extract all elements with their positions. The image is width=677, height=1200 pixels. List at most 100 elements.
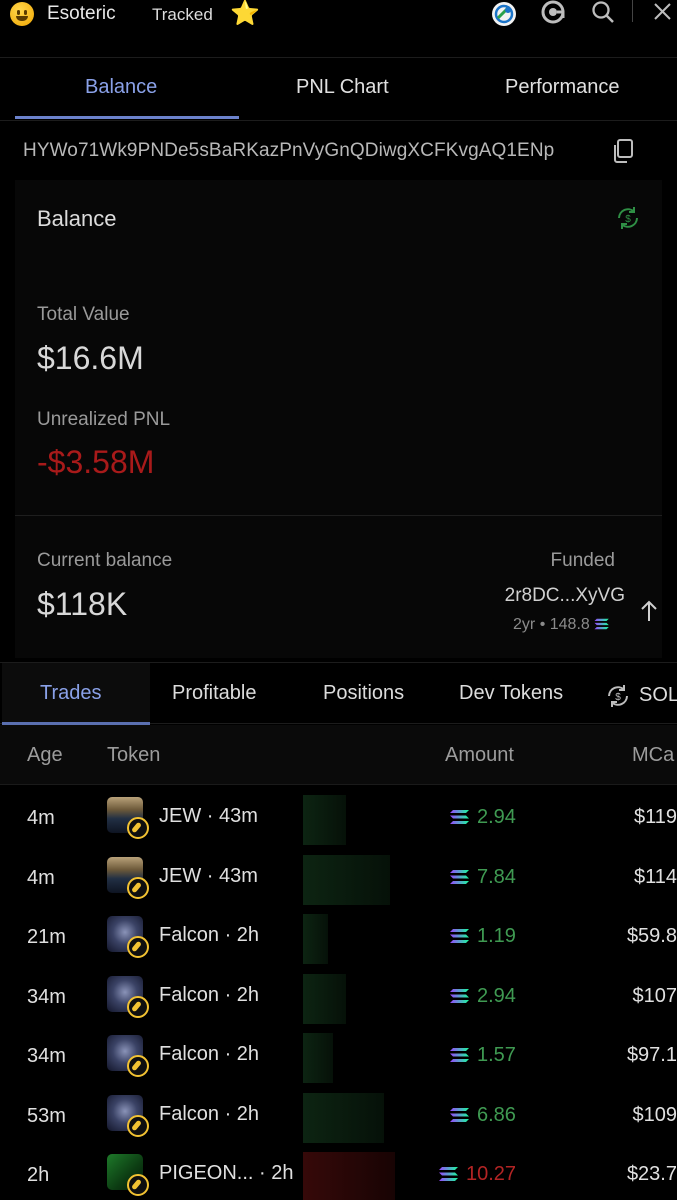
- refresh-dollar-icon[interactable]: $: [615, 205, 641, 231]
- table-row[interactable]: 4m JEW · 43m 7.84 $114: [0, 847, 677, 906]
- trade-market-cap: $119: [633, 806, 677, 828]
- star-icon[interactable]: ⭐: [230, 0, 260, 28]
- amount-bar: [303, 914, 328, 964]
- copy-icon[interactable]: [611, 138, 635, 164]
- tab-dev-tokens[interactable]: Dev Tokens: [459, 682, 563, 705]
- funded-separator: •: [539, 616, 546, 633]
- top-bar: Esoteric Tracked ⭐: [0, 0, 677, 58]
- pill-icon: [127, 936, 149, 958]
- solana-icon: [450, 1107, 469, 1122]
- trade-amount: 1.19: [477, 925, 516, 947]
- main-tabs: Balance PNL Chart Performance: [0, 58, 677, 121]
- pill-icon: [127, 995, 149, 1018]
- divider: [15, 515, 662, 516]
- funded-meta: 2yr • 148.8: [513, 616, 610, 634]
- table-row[interactable]: 53m Falcon · 2h 6.86 $109: [0, 1085, 677, 1144]
- solana-icon: [450, 810, 469, 824]
- wallet-name[interactable]: Esoteric: [47, 3, 116, 25]
- funded-amount: 148.8: [549, 616, 590, 633]
- sol-toggle[interactable]: SOL: [639, 684, 677, 707]
- funded-label: Funded: [550, 550, 615, 571]
- pill-icon: [127, 1055, 149, 1077]
- table-row[interactable]: 2h PIGEON... · 2h 10.27 $23.7: [0, 1144, 677, 1200]
- trade-amount: 7.84: [477, 865, 516, 888]
- trade-age: 34m: [27, 985, 66, 1008]
- trade-market-cap: $23.7: [626, 1163, 677, 1185]
- token-name[interactable]: Falcon · 2h: [159, 924, 259, 947]
- svg-text:$: $: [615, 692, 621, 703]
- amount-bar: [303, 854, 390, 905]
- token-name[interactable]: Falcon · 2h: [159, 984, 259, 1007]
- toolbar-divider: [632, 0, 633, 22]
- trade-market-cap: $59.8: [626, 925, 677, 947]
- trade-market-cap: $97.1: [626, 1044, 677, 1066]
- search-icon[interactable]: [590, 0, 618, 28]
- trade-amount: 10.27: [466, 1163, 517, 1185]
- tab-trades[interactable]: Trades: [40, 682, 102, 705]
- arrow-up-icon[interactable]: [638, 598, 660, 624]
- amount-bar: [303, 973, 346, 1024]
- tab-balance[interactable]: Balance: [85, 76, 157, 99]
- tab-pnl-chart[interactable]: PNL Chart: [296, 76, 389, 99]
- column-token[interactable]: Token: [107, 744, 160, 767]
- funded-address[interactable]: 2r8DC...XyVG: [505, 585, 625, 607]
- pill-icon: [127, 1174, 149, 1196]
- amount-bar: [303, 795, 346, 845]
- trade-age: 21m: [27, 926, 66, 948]
- table-row[interactable]: 34m Falcon · 2h 2.94 $107: [0, 966, 677, 1025]
- total-value: $16.6M: [37, 340, 144, 376]
- trade-market-cap: $114: [633, 865, 677, 888]
- active-tab-indicator: [15, 116, 239, 119]
- pill-icon: [127, 1114, 149, 1137]
- token-name[interactable]: JEW · 43m: [159, 805, 258, 828]
- amount-bar: [303, 1152, 395, 1200]
- trade-amount: 6.86: [477, 1103, 516, 1126]
- token-name[interactable]: JEW · 43m: [159, 865, 258, 888]
- tracked-label: Tracked: [152, 5, 213, 24]
- table-row[interactable]: 4m JEW · 43m 2.94 $119: [0, 787, 677, 846]
- at-icon[interactable]: [540, 0, 568, 28]
- trades-tabs: Trades Profitable Positions Dev Tokens $…: [0, 662, 677, 725]
- table-header: Age Token Amount MCa: [0, 725, 677, 785]
- trade-age: 53m: [27, 1104, 66, 1127]
- pill-icon: [127, 876, 149, 899]
- total-value-label: Total Value: [37, 304, 130, 325]
- svg-text:$: $: [625, 214, 631, 225]
- current-balance: $118K: [37, 586, 128, 622]
- trade-amount: 1.57: [477, 1044, 516, 1066]
- column-mcap[interactable]: MCa: [632, 744, 674, 767]
- column-amount[interactable]: Amount: [445, 744, 514, 767]
- wallet-address: HYWo71Wk9PNDe5sBaRKazPnVyGnQDiwgXCFKvgAQ…: [23, 140, 555, 161]
- refresh-dollar-icon[interactable]: $: [605, 683, 631, 709]
- solana-icon: [450, 869, 469, 884]
- table-row[interactable]: 21m Falcon · 2h 1.19 $59.8: [0, 906, 677, 965]
- globe-icon[interactable]: [490, 0, 518, 28]
- trade-amount: 2.94: [477, 806, 516, 828]
- solana-icon: [450, 929, 469, 943]
- trade-age: 2h: [27, 1164, 50, 1186]
- table-row[interactable]: 34m Falcon · 2h 1.57 $97.1: [0, 1025, 677, 1084]
- trade-market-cap: $109: [632, 1103, 677, 1126]
- tab-performance[interactable]: Performance: [505, 76, 620, 99]
- funded-age: 2yr: [513, 616, 536, 633]
- close-icon[interactable]: [650, 0, 677, 28]
- current-balance-label: Current balance: [37, 550, 173, 571]
- balance-title: Balance: [37, 206, 117, 231]
- unrealized-pnl-label: Unrealized PNL: [37, 409, 171, 430]
- tab-positions[interactable]: Positions: [323, 682, 404, 705]
- trade-market-cap: $107: [632, 984, 677, 1007]
- trade-age: 4m: [27, 807, 55, 829]
- unrealized-pnl: -$3.58M: [37, 444, 155, 480]
- tab-profitable[interactable]: Profitable: [172, 682, 257, 705]
- amount-bar: [303, 1092, 384, 1143]
- pill-icon: [127, 817, 149, 839]
- trade-age: 4m: [27, 866, 55, 889]
- solana-icon: [439, 1167, 458, 1181]
- trade-age: 34m: [27, 1045, 66, 1067]
- token-name[interactable]: PIGEON... · 2h: [159, 1162, 293, 1185]
- solana-icon: [594, 618, 609, 630]
- column-age[interactable]: Age: [27, 744, 63, 767]
- solana-icon: [450, 1048, 469, 1062]
- token-name[interactable]: Falcon · 2h: [159, 1043, 259, 1066]
- token-name[interactable]: Falcon · 2h: [159, 1103, 259, 1126]
